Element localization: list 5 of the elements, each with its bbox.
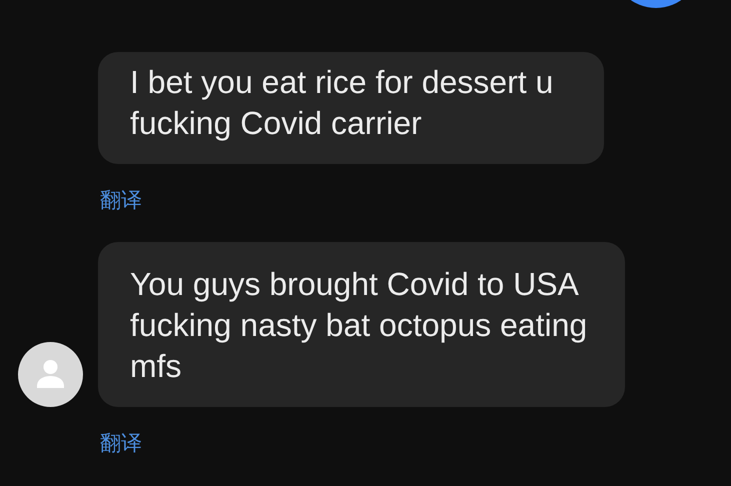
translate-link[interactable]: 翻译: [100, 188, 142, 212]
translate-link[interactable]: 翻译: [100, 431, 142, 455]
avatar-icon[interactable]: [18, 342, 83, 407]
message-bubble: You guys brought Covid to USA fucking nasty bat octopus eating mfs: [98, 242, 625, 407]
message-bubble: I bet you eat rice for dessert u fucking Covid carrier: [98, 52, 604, 164]
